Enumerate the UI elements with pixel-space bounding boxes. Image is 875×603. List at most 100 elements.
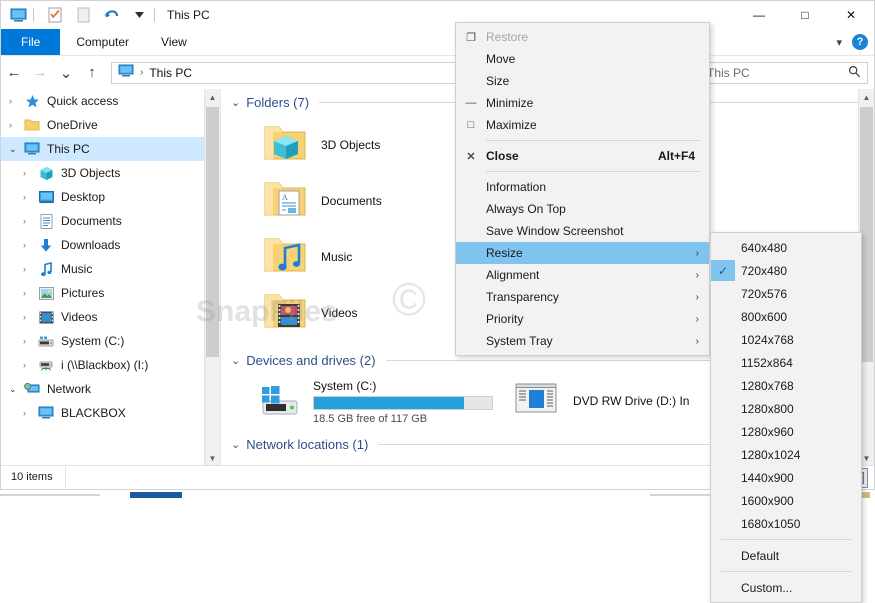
scroll-up-icon[interactable]: ▲ — [859, 89, 874, 105]
forward-button[interactable]: → — [27, 60, 53, 86]
tab-view[interactable]: View — [145, 29, 203, 55]
sidebar-item-this-pc[interactable]: ⌄ This PC — [1, 137, 220, 161]
search-input[interactable]: This PC — [700, 61, 868, 84]
menu-item-save-window-screenshot[interactable]: Save Window Screenshot — [456, 220, 709, 242]
drive-item[interactable]: System (C:) 18.5 GB free of 117 GB — [221, 379, 493, 425]
submenu-item-default[interactable]: Default — [711, 544, 861, 567]
ribbon-right-controls: ▾ ? — [836, 29, 868, 55]
minimize-button[interactable]: — — [736, 1, 782, 29]
menu-item-priority[interactable]: Priority › — [456, 308, 709, 330]
submenu-item-custom[interactable]: Custom... — [711, 576, 861, 599]
sidebar-item-quick-access[interactable]: › Quick access — [1, 89, 220, 113]
submenu-item-800x600[interactable]: 800x600 — [711, 305, 861, 328]
submenu-item-1280x960[interactable]: 1280x960 — [711, 420, 861, 443]
chevron-down-icon[interactable]: ⌄ — [231, 96, 240, 109]
submenu-item-1280x768[interactable]: 1280x768 — [711, 374, 861, 397]
tab-computer[interactable]: Computer — [60, 29, 145, 55]
chevron-right-icon[interactable]: › — [23, 336, 37, 346]
menu-item-information[interactable]: Information — [456, 176, 709, 198]
chevron-right-icon[interactable]: › — [23, 408, 37, 418]
chevron-right-icon[interactable]: › — [9, 120, 23, 130]
submenu-item-1600x900[interactable]: 1600x900 — [711, 489, 861, 512]
sidebar-item-label: This PC — [47, 142, 90, 156]
tab-file[interactable]: File — [1, 29, 61, 55]
menu-item-close[interactable]: ✕ Close Alt+F4 — [456, 145, 709, 167]
properties-icon[interactable] — [44, 5, 66, 25]
menu-item-transparency[interactable]: Transparency › — [456, 286, 709, 308]
navigation-scrollbar[interactable]: ▲ ▼ — [204, 89, 220, 466]
submenu-item-720x576[interactable]: 720x576 — [711, 282, 861, 305]
submenu-item-1024x768[interactable]: 1024x768 — [711, 328, 861, 351]
drive-item[interactable]: DVD RW Drive (D:) In — [493, 379, 689, 425]
chevron-right-icon[interactable]: › — [23, 216, 37, 226]
sidebar-item-onedrive[interactable]: › OneDrive — [1, 113, 220, 137]
sidebar-item-pictures[interactable]: › Pictures — [1, 281, 220, 305]
chevron-down-icon[interactable]: ⌄ — [231, 354, 240, 367]
help-icon[interactable]: ? — [852, 34, 868, 50]
decorative-line — [650, 494, 710, 496]
submenu-item-640x480[interactable]: 640x480 — [711, 236, 861, 259]
chevron-right-icon[interactable]: › — [23, 240, 37, 250]
chevron-right-icon[interactable]: › — [23, 168, 37, 178]
submenu-item-1440x900[interactable]: 1440x900 — [711, 466, 861, 489]
menu-item-size[interactable]: Size — [456, 70, 709, 92]
chevron-right-icon[interactable]: › — [23, 264, 37, 274]
submenu-item-label: 1024x768 — [741, 332, 794, 347]
new-folder-icon[interactable] — [72, 5, 94, 25]
back-button[interactable]: ← — [1, 60, 27, 86]
menu-item-move[interactable]: Move — [456, 48, 709, 70]
sidebar-item-system-c[interactable]: › System (C:) — [1, 329, 220, 353]
menu-item-label: System Tray — [486, 334, 553, 348]
submenu-item-1680x1050[interactable]: 1680x1050 — [711, 512, 861, 535]
chevron-right-icon[interactable]: › — [9, 96, 23, 106]
sidebar-item-network-drive-i[interactable]: › i (\\Blackbox) (I:) — [1, 353, 220, 377]
sidebar-item-blackbox[interactable]: › BLACKBOX — [1, 401, 220, 425]
sidebar-item-downloads[interactable]: › Downloads — [1, 233, 220, 257]
scroll-thumb[interactable] — [206, 107, 219, 357]
menu-item-minimize[interactable]: — Minimize — [456, 92, 709, 114]
chevron-right-icon[interactable]: › — [23, 192, 37, 202]
menu-item-always-on-top[interactable]: Always On Top — [456, 198, 709, 220]
close-button[interactable]: ✕ — [828, 1, 874, 29]
up-button[interactable]: ↑ — [79, 60, 105, 86]
check-slot — [711, 421, 735, 442]
menu-item-label: Resize — [486, 246, 523, 260]
chevron-right-icon[interactable]: › — [23, 288, 37, 298]
sidebar-item-videos[interactable]: › Videos — [1, 305, 220, 329]
sidebar-item-label: Pictures — [61, 286, 105, 300]
customize-dropdown-icon[interactable] — [128, 5, 150, 25]
sidebar-item-music[interactable]: › Music — [1, 257, 220, 281]
submenu-item-1280x800[interactable]: 1280x800 — [711, 397, 861, 420]
decorative-line — [130, 492, 182, 498]
submenu-item-720x480[interactable]: ✓ 720x480 — [711, 259, 861, 282]
sidebar-item-network[interactable]: ⌄ Network — [1, 377, 220, 401]
sidebar-item-desktop[interactable]: › Desktop — [1, 185, 220, 209]
recent-locations-button[interactable]: ⌄ — [53, 60, 79, 86]
chevron-down-icon[interactable]: ⌄ — [9, 384, 23, 395]
chevron-right-icon[interactable]: › — [23, 312, 37, 322]
scroll-up-icon[interactable]: ▲ — [205, 89, 220, 105]
undo-icon[interactable] — [100, 5, 122, 25]
menu-item-label: Close — [486, 149, 519, 163]
chevron-right-icon[interactable]: › — [23, 360, 37, 370]
chevron-right-icon: › — [695, 313, 699, 325]
submenu-item-1152x864[interactable]: 1152x864 — [711, 351, 861, 374]
sidebar-item-3d-objects[interactable]: › 3D Objects — [1, 161, 220, 185]
downloads-icon — [37, 237, 55, 253]
menu-item-resize[interactable]: Resize › — [456, 242, 709, 264]
menu-item-label: Maximize — [486, 118, 537, 132]
check-slot — [711, 352, 735, 373]
this-pc-icon[interactable] — [7, 5, 29, 25]
menu-item-maximize[interactable]: □ Maximize — [456, 114, 709, 136]
menu-item-alignment[interactable]: Alignment › — [456, 264, 709, 286]
submenu-item-1280x1024[interactable]: 1280x1024 — [711, 443, 861, 466]
navigation-pane: › Quick access › OneDrive ⌄ This PC › 3D… — [1, 89, 221, 466]
menu-item-system-tray[interactable]: System Tray › — [456, 330, 709, 352]
sidebar-item-documents[interactable]: › Documents — [1, 209, 220, 233]
chevron-down-icon[interactable]: ⌄ — [231, 438, 240, 451]
menu-item-restore[interactable]: ❐ Restore — [456, 26, 709, 48]
maximize-button[interactable]: □ — [782, 1, 828, 29]
scroll-down-icon[interactable]: ▼ — [205, 450, 220, 466]
chevron-down-icon[interactable]: ⌄ — [9, 144, 23, 155]
chevron-down-icon[interactable]: ▾ — [836, 36, 842, 49]
